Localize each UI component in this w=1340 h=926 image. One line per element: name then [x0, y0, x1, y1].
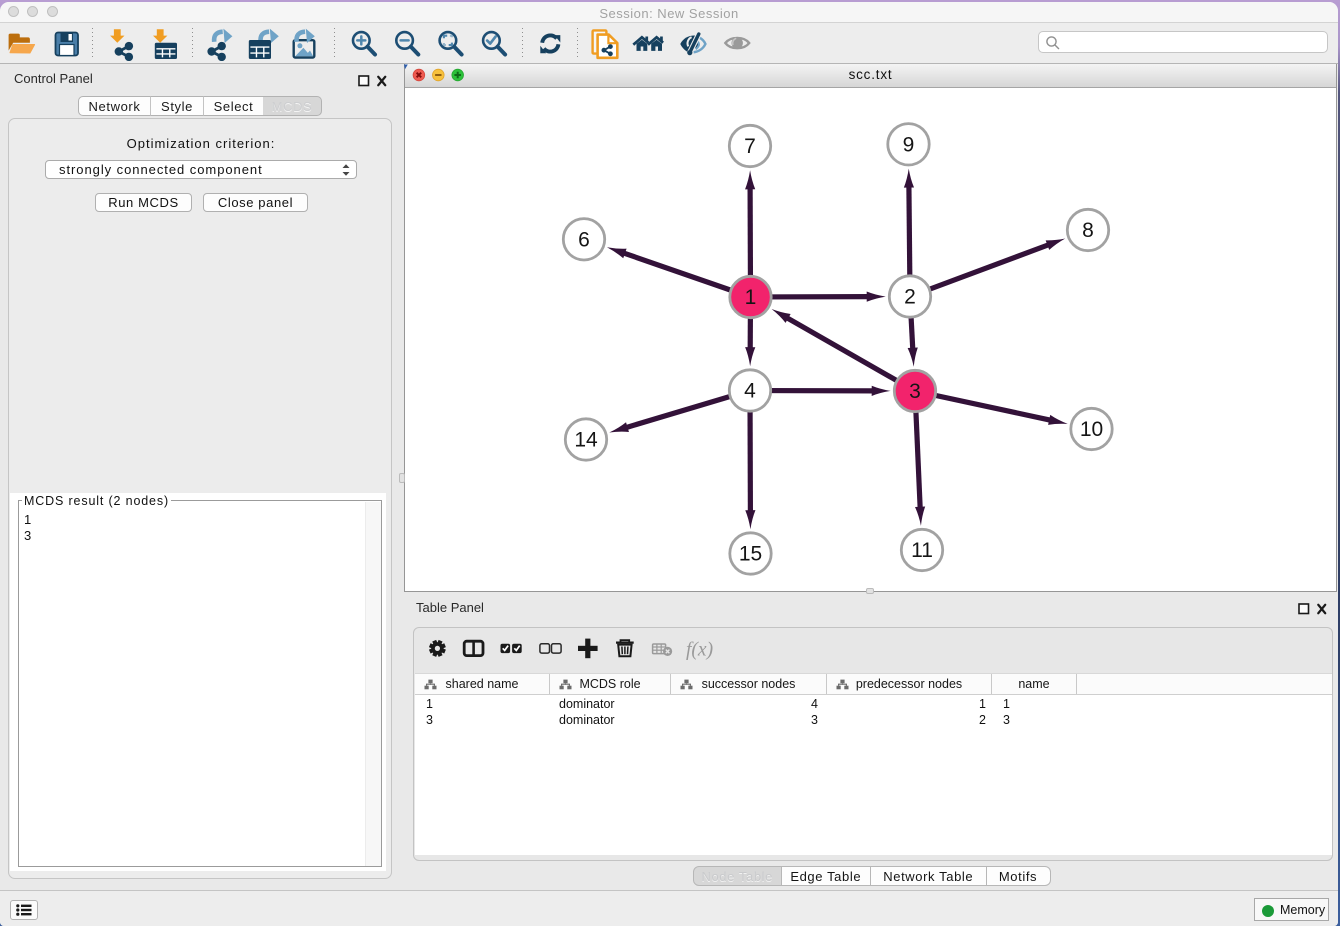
svg-text:2: 2	[904, 286, 916, 309]
svg-text:11: 11	[911, 539, 933, 562]
svg-text:3: 3	[909, 380, 921, 403]
svg-text:10: 10	[1080, 418, 1103, 441]
svg-text:7: 7	[744, 135, 756, 158]
svg-text:6: 6	[578, 229, 590, 252]
svg-text:1: 1	[745, 286, 757, 309]
svg-text:9: 9	[903, 134, 915, 157]
svg-text:15: 15	[739, 543, 762, 566]
svg-text:8: 8	[1082, 219, 1094, 242]
svg-text:14: 14	[574, 429, 598, 452]
svg-text:f(x): f(x)	[686, 640, 713, 661]
svg-text:4: 4	[744, 380, 756, 403]
